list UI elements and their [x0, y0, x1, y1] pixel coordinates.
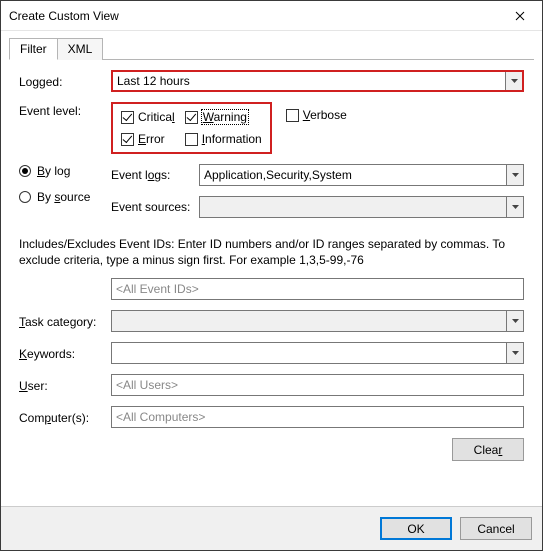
chevron-down-icon [505, 72, 522, 90]
titlebar: Create Custom View [1, 1, 542, 31]
radio-icon [19, 165, 31, 177]
checkbox-icon [286, 109, 299, 122]
chevron-down-icon [506, 197, 523, 217]
close-icon [515, 11, 525, 21]
computers-label: Computer(s): [19, 409, 111, 425]
chevron-down-icon [506, 311, 523, 331]
event-logs-label: Event logs: [111, 168, 199, 182]
logged-value: Last 12 hours [113, 74, 505, 88]
radio-by-log[interactable]: By log [19, 164, 111, 178]
cancel-button[interactable]: Cancel [460, 517, 532, 540]
logged-label: Logged: [19, 73, 111, 89]
chevron-down-icon [506, 343, 523, 363]
radio-by-source[interactable]: By source [19, 190, 111, 204]
dialog-footer: OK Cancel [1, 506, 542, 550]
user-input[interactable] [111, 374, 524, 396]
checkbox-icon [121, 133, 134, 146]
includes-excludes-info: Includes/Excludes Event IDs: Enter ID nu… [19, 236, 524, 268]
tab-xml[interactable]: XML [57, 38, 104, 60]
warning-label: Warning [202, 110, 248, 124]
event-level-label: Event level: [19, 102, 111, 118]
event-sources-dropdown[interactable] [199, 196, 524, 218]
by-source-label: By source [37, 190, 90, 204]
checkbox-error[interactable]: Error [121, 132, 175, 146]
task-category-label: Task category: [19, 313, 111, 329]
critical-label: Critical [138, 110, 175, 124]
event-ids-spacer [19, 288, 111, 290]
computers-input[interactable] [111, 406, 524, 428]
ok-button[interactable]: OK [380, 517, 452, 540]
checkbox-icon [121, 111, 134, 124]
user-label: User: [19, 377, 111, 393]
close-button[interactable] [498, 1, 542, 31]
keywords-dropdown[interactable] [111, 342, 524, 364]
checkbox-critical[interactable]: Critical [121, 110, 175, 124]
checkbox-verbose[interactable]: Verbose [286, 108, 347, 122]
checkbox-warning[interactable]: Warning [185, 110, 262, 124]
chevron-down-icon [506, 165, 523, 185]
event-logs-dropdown[interactable]: Application,Security,System [199, 164, 524, 186]
checkbox-information[interactable]: Information [185, 132, 262, 146]
window-title: Create Custom View [9, 9, 119, 23]
event-sources-label: Event sources: [111, 200, 199, 214]
error-label: Error [138, 132, 165, 146]
tab-strip: Filter XML [9, 37, 534, 60]
logged-dropdown[interactable]: Last 12 hours [111, 70, 524, 92]
by-log-label: By log [37, 164, 70, 178]
task-category-dropdown[interactable] [111, 310, 524, 332]
clear-button[interactable]: Clear [452, 438, 524, 461]
information-label: Information [202, 132, 262, 146]
event-ids-input[interactable] [111, 278, 524, 300]
verbose-label: Verbose [303, 108, 347, 122]
event-logs-value: Application,Security,System [200, 168, 506, 182]
checkbox-icon [185, 133, 198, 146]
tab-filter[interactable]: Filter [9, 38, 58, 60]
keywords-label: Keywords: [19, 345, 111, 361]
checkbox-icon [185, 111, 198, 124]
radio-icon [19, 191, 31, 203]
